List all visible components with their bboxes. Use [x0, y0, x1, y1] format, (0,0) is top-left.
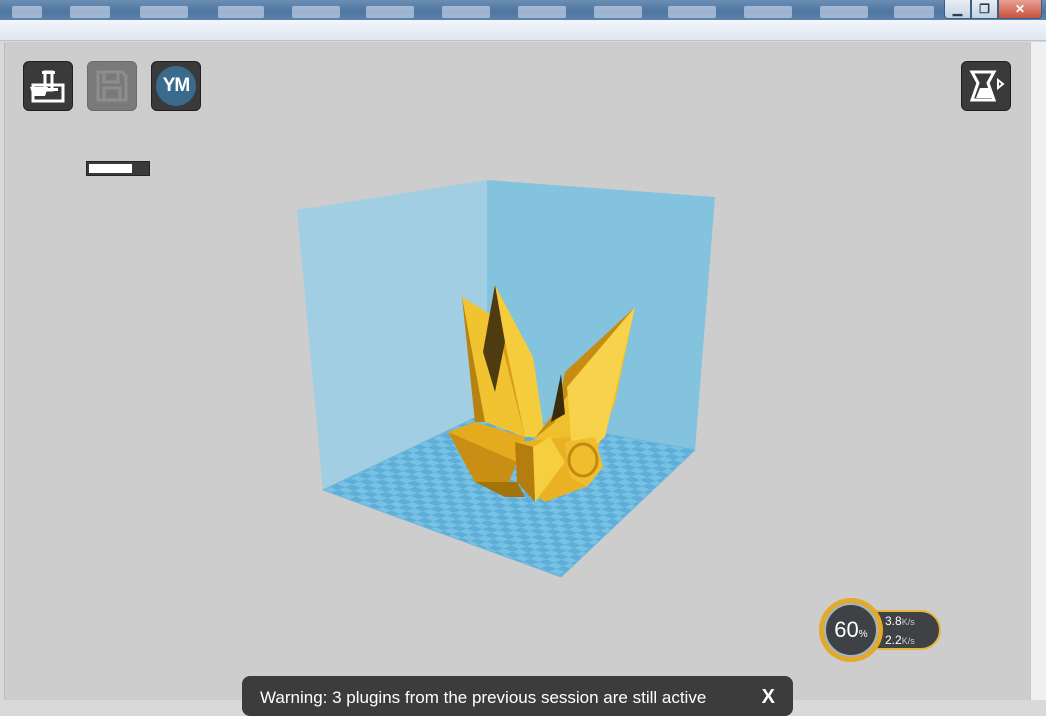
warning-toast: Warning: 3 plugins from the previous ses… [242, 676, 793, 716]
open-file-icon [30, 70, 65, 103]
taskbar-thumbnail [518, 6, 566, 18]
save-progress-bar [86, 161, 150, 176]
upload-speed: 3.8K/s [885, 614, 915, 628]
toast-message: Warning: 3 plugins from the previous ses… [260, 688, 707, 707]
download-unit: K/s [901, 636, 915, 646]
upload-value: 3.8 [885, 614, 902, 628]
close-window-button[interactable]: ✕ [998, 0, 1042, 19]
taskbar-thumbnail [442, 6, 490, 18]
save-icon [96, 70, 128, 102]
toast-close-button[interactable]: X [762, 686, 775, 709]
taskbar-thumbnail [12, 6, 42, 18]
taskbar-thumbnail [70, 6, 110, 18]
download-speed: 2.2K/s [885, 633, 915, 647]
ym-avatar: YM [156, 66, 196, 106]
maximize-button[interactable]: ❐ [971, 0, 998, 19]
usage-percent: 60 [834, 617, 859, 642]
taskbar-thumbnail [292, 6, 340, 18]
taskbar-thumbnail [594, 6, 642, 18]
taskbar-thumbnail [218, 6, 264, 18]
save-progress-fill [89, 164, 132, 173]
taskbar-thumbnail [668, 6, 716, 18]
open-file-button[interactable] [23, 61, 73, 111]
right-scroll-gutter [1030, 42, 1046, 700]
ym-account-button[interactable]: YM [151, 61, 201, 111]
download-value: 2.2 [885, 633, 902, 647]
menu-strip [0, 20, 1046, 41]
taskbar-thumbnail [820, 6, 868, 18]
usage-gauge-face: 60% [824, 603, 878, 657]
window-controls: ▁ ❐ ✕ [944, 0, 1042, 19]
network-speed-widget[interactable]: ↑ 3.8K/s ↓ 2.2K/s 60% [819, 598, 943, 662]
taskbar-thumbnail [894, 6, 934, 18]
taskbar-thumbnail [140, 6, 188, 18]
usage-percent-unit: % [858, 628, 868, 640]
upload-unit: K/s [901, 617, 915, 627]
save-button[interactable] [87, 61, 137, 111]
usage-gauge: 60% [819, 598, 883, 662]
minimize-button[interactable]: ▁ [944, 0, 971, 19]
taskbar-thumbnail [366, 6, 414, 18]
ym-label: YM [162, 75, 190, 96]
view-mode-button[interactable] [961, 61, 1011, 111]
view-mode-icon [969, 70, 1005, 102]
window-titlebar: ▁ ❐ ✕ [0, 0, 1046, 20]
taskbar-thumbnail [744, 6, 792, 18]
